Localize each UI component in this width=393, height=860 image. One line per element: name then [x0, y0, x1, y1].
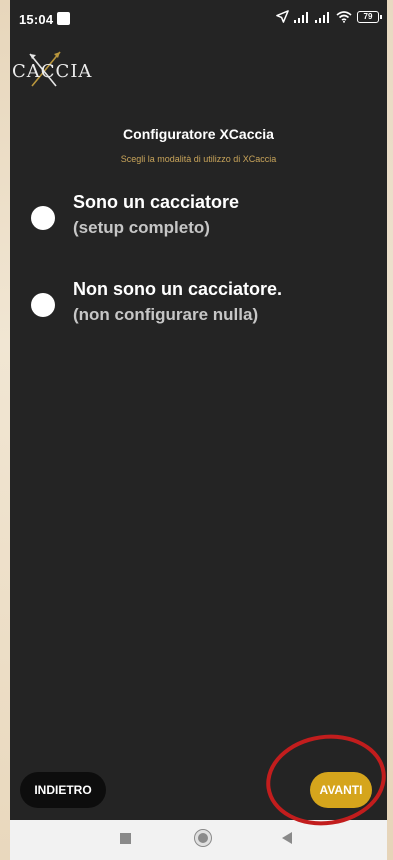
- status-icons: 79: [276, 10, 382, 23]
- background-right: [387, 0, 393, 860]
- notification-icon: [57, 12, 70, 25]
- logo-text: CACCIA: [12, 61, 93, 82]
- signal-icon: [294, 11, 308, 23]
- location-arrow-icon: [276, 10, 289, 23]
- app-logo: CACCIA: [12, 50, 102, 90]
- option-hunter[interactable]: Sono un cacciatore (setup completo): [10, 192, 387, 262]
- option-not-hunter-sublabel: (non configurare nulla): [73, 305, 259, 324]
- option-not-hunter[interactable]: Non sono un cacciatore. (non configurare…: [10, 279, 387, 349]
- back-triangle-icon[interactable]: [282, 832, 292, 844]
- page-title: Configuratore XCaccia: [123, 126, 274, 142]
- background-left: [0, 0, 10, 860]
- next-button[interactable]: AVANTI: [310, 772, 372, 808]
- recent-apps-icon[interactable]: [120, 833, 131, 844]
- signal-icon: [315, 11, 329, 23]
- radio-button-hunter[interactable]: [31, 206, 55, 230]
- back-button[interactable]: INDIETRO: [20, 772, 106, 808]
- system-nav-bar: [10, 820, 387, 860]
- option-hunter-sublabel: (setup completo): [73, 218, 210, 237]
- status-time: 15:04: [19, 12, 54, 27]
- app-screen: 15:04 79 CACCIA Configuratore XCaccia Sc…: [10, 0, 387, 860]
- radio-button-not-hunter[interactable]: [31, 293, 55, 317]
- page-subtitle: Scegli la modalità di utilizzo di XCacci…: [120, 154, 277, 164]
- home-icon[interactable]: [194, 829, 212, 847]
- battery-icon: 79: [357, 10, 382, 23]
- option-not-hunter-label: Non sono un cacciatore.: [73, 279, 283, 299]
- option-hunter-label: Sono un cacciatore: [73, 192, 240, 212]
- status-bar: 15:04 79: [10, 0, 387, 38]
- wifi-icon: [336, 11, 352, 23]
